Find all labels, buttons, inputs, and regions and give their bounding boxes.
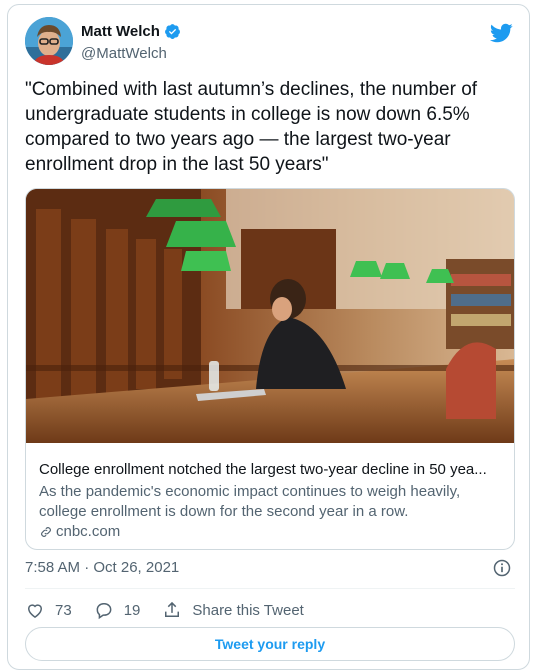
divider xyxy=(25,588,515,589)
verified-icon xyxy=(164,24,180,39)
link-preview-card[interactable]: College enrollment notched the largest t… xyxy=(25,188,515,550)
comment-icon xyxy=(96,603,112,620)
avatar-image xyxy=(25,17,73,65)
like-button[interactable]: 73 xyxy=(25,600,72,620)
reply-action-button[interactable]: 19 xyxy=(94,600,141,620)
link-icon xyxy=(41,526,51,537)
link-description: As the pandemic's economic impact contin… xyxy=(39,483,461,520)
action-bar: 73 19 Share this Tweet xyxy=(25,598,326,622)
link-preview-image xyxy=(26,189,514,443)
info-icon[interactable] xyxy=(492,558,512,578)
author-name-text: Matt Welch xyxy=(81,23,160,40)
tweet-reply-button[interactable]: Tweet your reply xyxy=(25,627,515,661)
author-handle[interactable]: @MattWelch xyxy=(81,45,167,62)
link-domain-text: cnbc.com xyxy=(56,523,121,540)
heart-icon xyxy=(27,604,43,618)
tweet-timestamp[interactable]: 7:58 AM · Oct 26, 2021 xyxy=(25,559,179,576)
twitter-bird-icon[interactable] xyxy=(489,21,513,45)
link-domain: cnbc.com xyxy=(39,523,120,540)
share-label: Share this Tweet xyxy=(192,601,304,619)
reply-count: 19 xyxy=(123,601,141,619)
share-icon xyxy=(165,601,180,617)
like-count: 73 xyxy=(55,601,72,619)
author-name[interactable]: Matt Welch xyxy=(81,23,181,40)
avatar[interactable] xyxy=(25,17,73,65)
link-title: College enrollment notched the largest t… xyxy=(39,461,487,478)
tweet-text: "Combined with last autumn’s declines, t… xyxy=(25,79,478,175)
share-button[interactable]: Share this Tweet xyxy=(162,600,304,620)
tweet-card: Matt Welch @MattWelch "Combined with las… xyxy=(7,4,530,670)
